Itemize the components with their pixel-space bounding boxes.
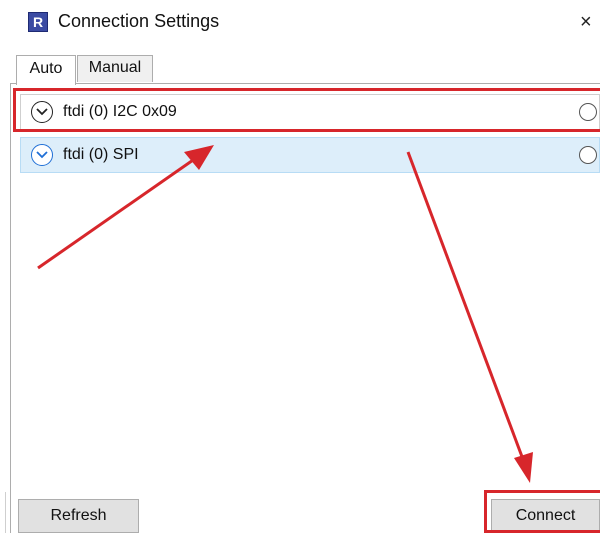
annotation-arrows bbox=[37, 145, 533, 483]
arrow-head-icon bbox=[184, 145, 214, 170]
tab-auto[interactable]: Auto bbox=[16, 55, 76, 85]
arrow-head-icon bbox=[514, 452, 533, 483]
annotation-arrow bbox=[37, 156, 197, 270]
annotation-arrow bbox=[406, 151, 526, 463]
